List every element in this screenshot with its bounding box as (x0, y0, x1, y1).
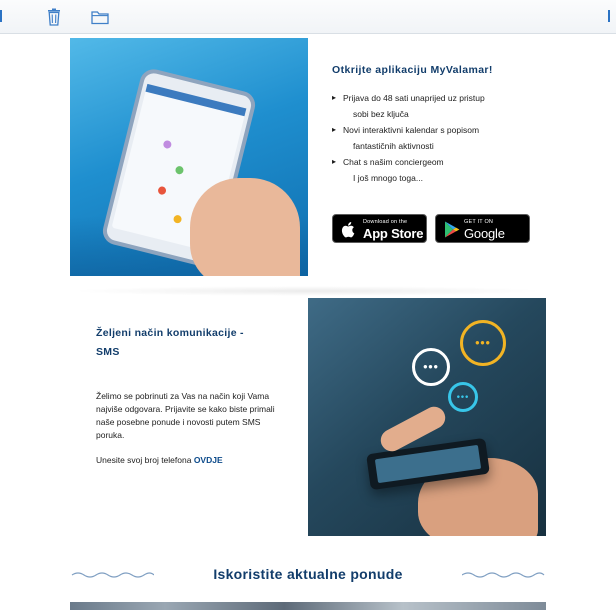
google-play-icon (445, 221, 460, 238)
toolbar-edge-left (0, 10, 2, 22)
sms-text: Željeni način komunikacije - SMS Želimo … (96, 324, 286, 467)
app-promo-extra: I još mnogo toga... (353, 173, 423, 183)
bubble-dots: ••• (423, 359, 439, 374)
sms-title-line: SMS (96, 346, 120, 358)
chat-bubble-icon: ••• (412, 348, 450, 386)
sms-title-line: Željeni način komunikacije - (96, 327, 244, 339)
app-feature-item: Novi interaktivni kalendar s popisom fan… (332, 122, 546, 154)
chat-bubble-icon: ••• (448, 382, 478, 412)
sms-cta: Unesite svoj broj telefona OVDJE (96, 454, 286, 467)
app-store-small: Download on the (363, 219, 408, 225)
feature-line: Novi interaktivni kalendar s popisom (343, 125, 480, 135)
calendar-dot (157, 185, 167, 196)
app-promo-title: Otkrijte aplikaciju MyValamar! (332, 64, 493, 76)
wave-decoration (462, 572, 545, 578)
apple-icon (341, 222, 355, 238)
app-feature-item: Chat s našim conciergeom (332, 154, 546, 170)
sms-body: Želimo se pobrinuti za Vas na način koji… (96, 391, 275, 440)
app-promo-section: Otkrijte aplikaciju MyValamar! Prijava d… (70, 36, 546, 276)
sms-title: Željeni način komunikacije - SMS (96, 324, 286, 362)
sms-cta-text: Unesite svoj broj telefona (96, 455, 194, 465)
store-badges: Download on the App Store GET IT ON Goog… (332, 214, 546, 256)
feature-line: fantastičnih aktivnosti (353, 141, 434, 151)
bubble-dots: ••• (475, 335, 491, 350)
calendar-dot (162, 139, 173, 150)
feature-line: Chat s našim conciergeom (343, 157, 444, 167)
bubble-dots: ••• (456, 391, 470, 402)
offers-photo-strip (70, 602, 546, 610)
trash-icon[interactable] (44, 7, 64, 27)
folder-icon[interactable] (90, 7, 110, 27)
calendar-dot (172, 214, 183, 225)
app-store-button[interactable]: Download on the App Store (332, 214, 427, 243)
hand-illustration (190, 178, 300, 276)
sms-signup-link[interactable]: OVDJE (194, 455, 223, 465)
google-play-button[interactable]: GET IT ON Google Play (435, 214, 530, 256)
chat-bubble-icon: ••• (460, 320, 506, 366)
mail-toolbar (0, 0, 616, 34)
app-store-label: App Store (363, 226, 424, 241)
sms-photo: ••• ••• ••• (308, 298, 546, 536)
email-body: Otkrijte aplikaciju MyValamar! Prijava d… (70, 36, 546, 610)
phone-screen-header (145, 83, 247, 117)
google-play-label: Google Play (464, 226, 505, 256)
app-promo-text: Otkrijte aplikaciju MyValamar! Prijava d… (332, 64, 546, 186)
google-play-small: GET IT ON (464, 219, 494, 225)
calendar-dot (174, 165, 185, 176)
sms-section: Željeni način komunikacije - SMS Želimo … (70, 286, 546, 536)
feature-line: Prijava do 48 sati unaprijed uz pristup (343, 93, 485, 103)
app-feature-list: Prijava do 48 sati unaprijed uz pristup … (332, 90, 546, 170)
app-phone-photo (70, 38, 308, 276)
toolbar-edge-right (608, 10, 610, 22)
app-feature-item: Prijava do 48 sati unaprijed uz pristup … (332, 90, 546, 122)
section-divider (70, 286, 546, 296)
feature-line: sobi bez ključa (353, 109, 409, 119)
offers-header: Iskoristite aktualne ponude (70, 562, 546, 588)
